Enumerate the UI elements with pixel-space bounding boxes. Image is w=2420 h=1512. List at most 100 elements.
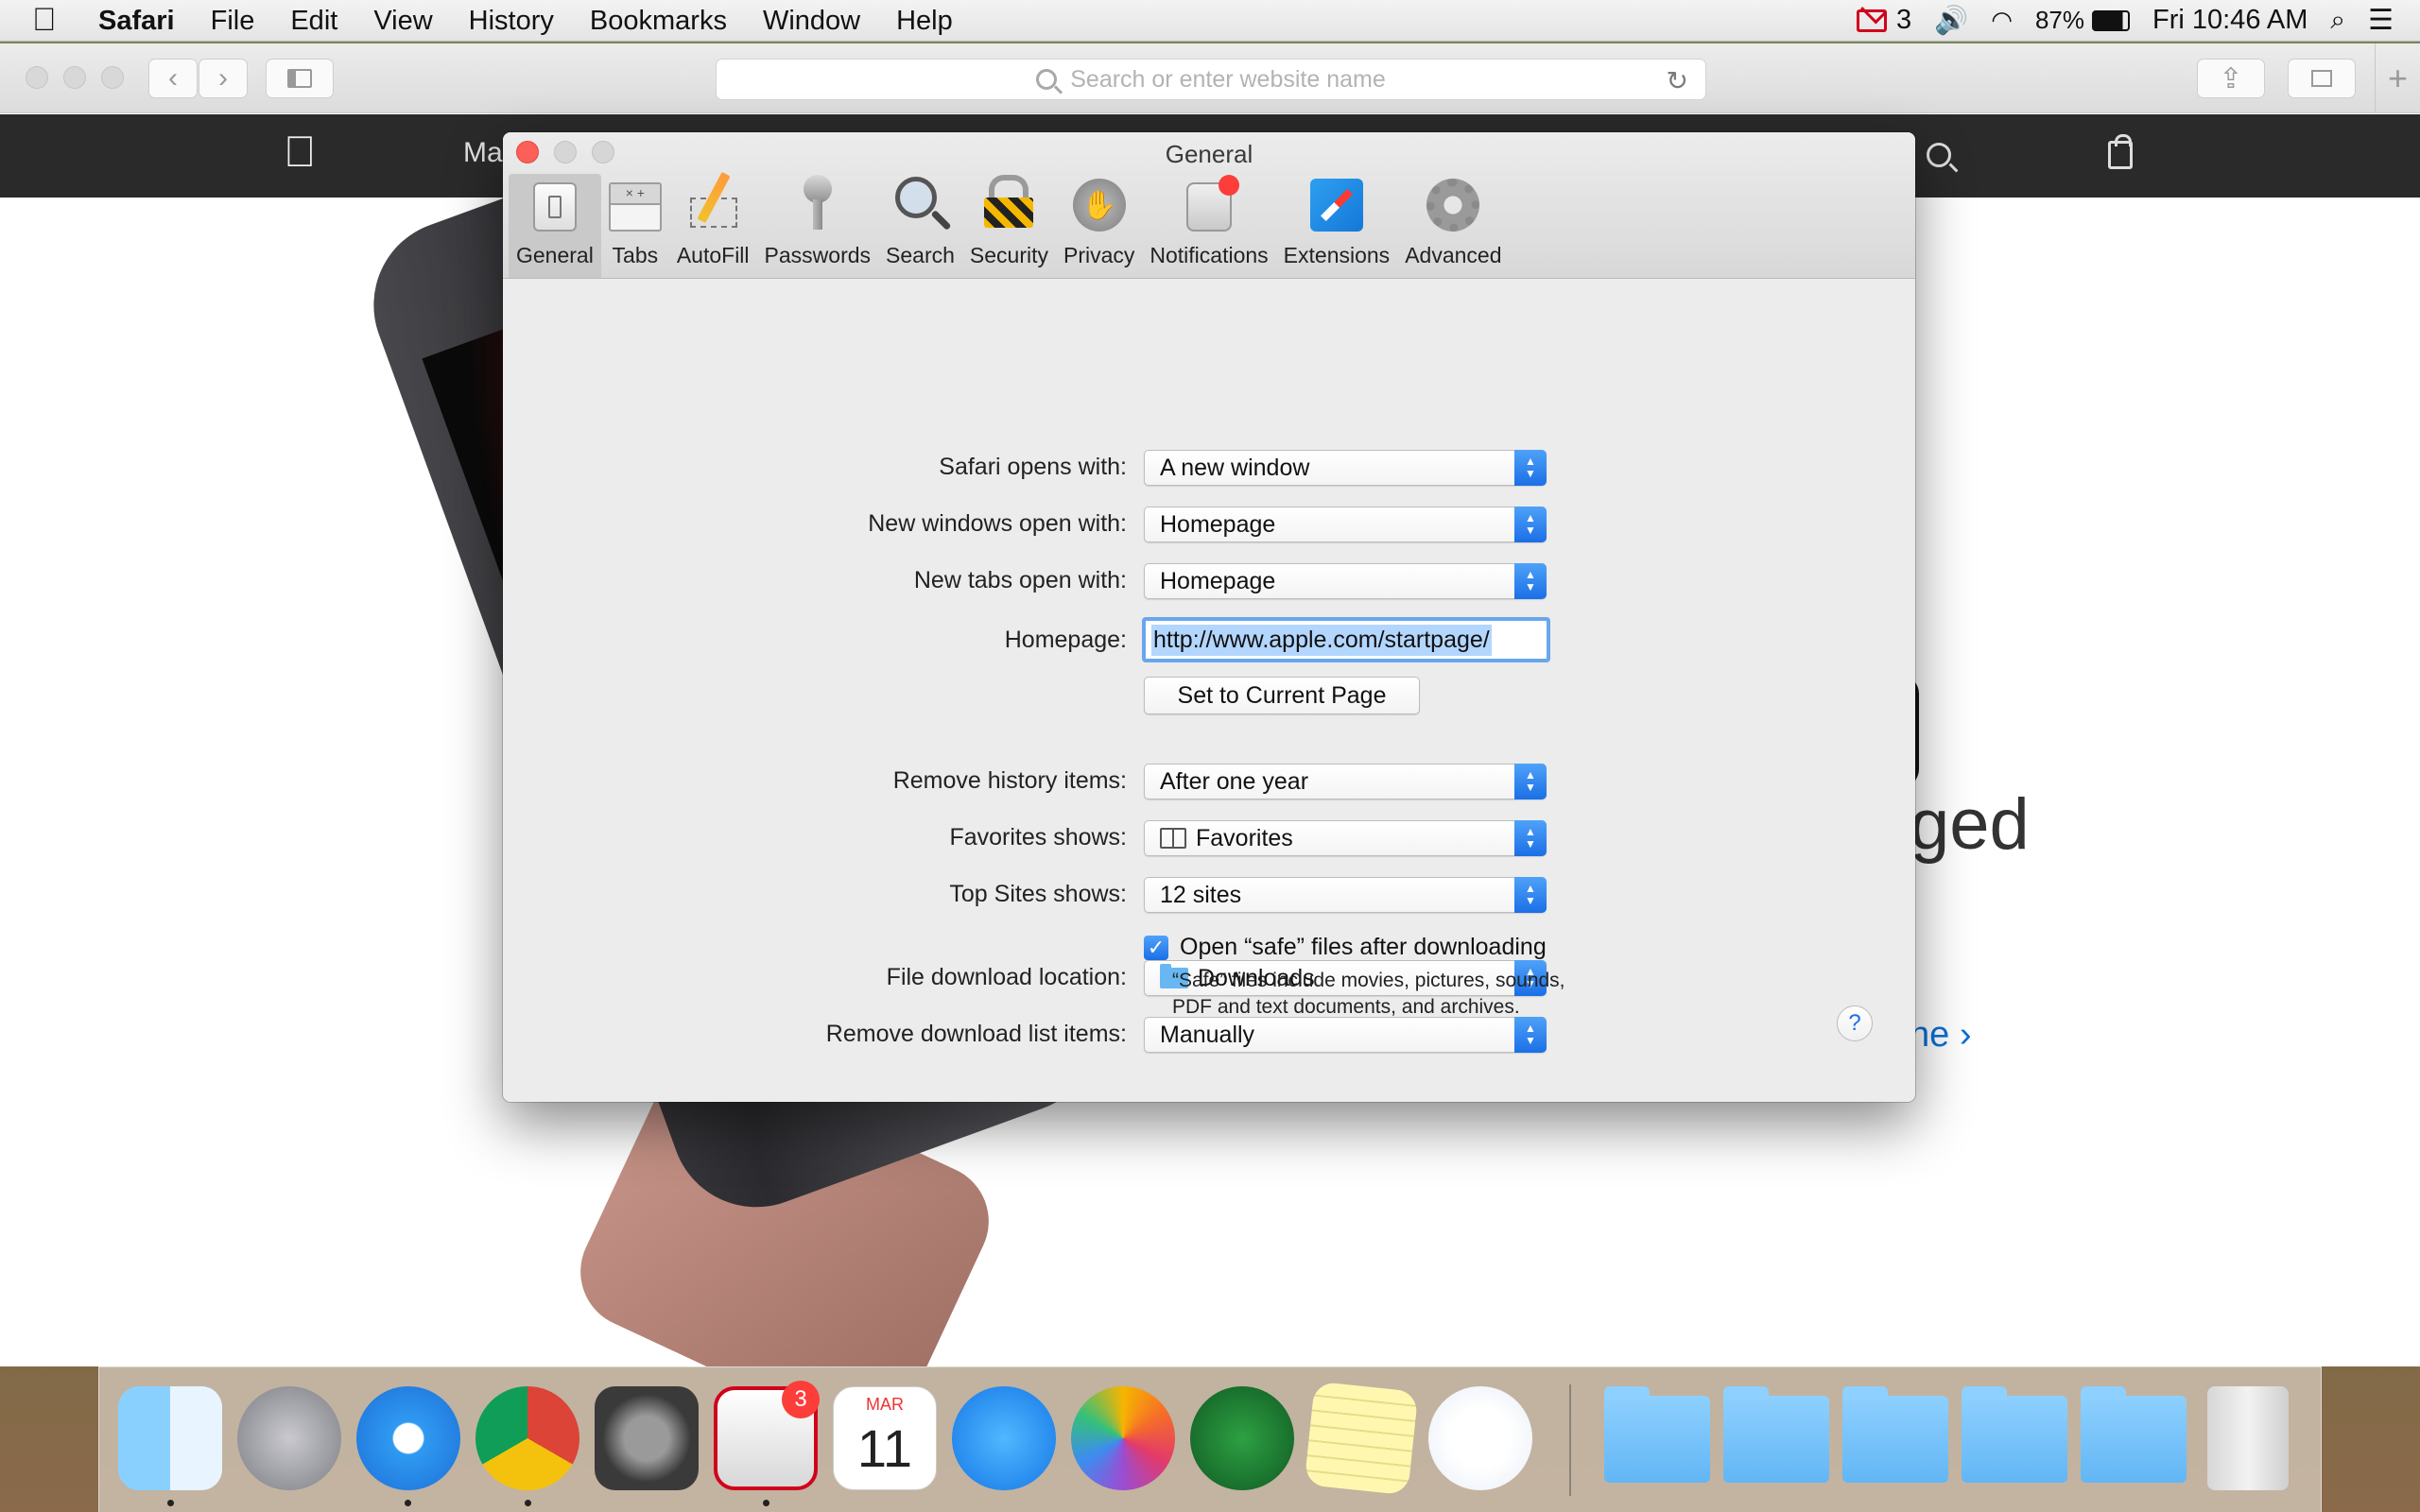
plus-icon: +	[2387, 59, 2409, 97]
battery-status[interactable]: 87%	[2035, 6, 2130, 35]
row-new-windows-open-with: New windows open with: Homepage ▲ ▼	[503, 505, 1915, 546]
select-arrows-icon: ▲ ▼	[1514, 820, 1547, 856]
folder-icon[interactable]	[1842, 1386, 1948, 1483]
tab-general[interactable]: General	[509, 174, 601, 278]
menu-file[interactable]: File	[193, 0, 273, 42]
row-top-sites-shows: Top Sites shows: 12 sites ▲ ▼	[503, 875, 1915, 917]
launchpad-icon[interactable]	[237, 1386, 341, 1490]
select-value: Manually	[1160, 1021, 1255, 1048]
remove-download-list-select[interactable]: Manually ▲ ▼	[1144, 1017, 1547, 1053]
weather-icon[interactable]	[1428, 1386, 1532, 1490]
site-search-icon[interactable]	[1927, 143, 1951, 167]
select-value: 12 sites	[1160, 881, 1242, 908]
advanced-icon	[1426, 179, 1480, 232]
mail-envelope-icon	[1857, 9, 1888, 32]
select-value: Favorites	[1196, 824, 1293, 851]
set-to-current-page-button[interactable]: Set to Current Page	[1144, 677, 1420, 714]
address-bar[interactable]: Search or enter website name ↻	[716, 59, 1706, 100]
select-arrows-icon: ▲ ▼	[1514, 450, 1547, 486]
app-store-icon[interactable]	[952, 1386, 1056, 1490]
tab-extensions[interactable]: Extensions	[1276, 174, 1398, 278]
menu-edit[interactable]: Edit	[272, 0, 355, 42]
sidebar-button[interactable]	[266, 59, 334, 98]
row-favorites-shows: Favorites shows: Favorites ▲ ▼	[503, 818, 1915, 860]
extensions-icon	[1309, 179, 1363, 232]
favorites-shows-select[interactable]: Favorites ▲ ▼	[1144, 820, 1547, 856]
folder-icon[interactable]	[2081, 1386, 2187, 1483]
tab-label: Search	[886, 243, 955, 267]
tab-advanced[interactable]: Advanced	[1397, 174, 1509, 278]
volume-icon[interactable]: 🔊	[1934, 5, 1968, 37]
safari-opens-with-select[interactable]: A new window ▲ ▼	[1144, 450, 1547, 486]
folder-icon[interactable]	[1604, 1386, 1710, 1483]
remove-download-list-label: Remove download list items:	[825, 1021, 1127, 1047]
security-icon	[980, 175, 1037, 232]
clock[interactable]: Fri 10:46 AM	[2152, 5, 2308, 36]
select-value: After one year	[1160, 767, 1309, 795]
tab-privacy[interactable]: Privacy	[1056, 174, 1142, 278]
folder-icon[interactable]	[1723, 1386, 1829, 1483]
new-tab-button[interactable]: +	[2375, 43, 2420, 113]
menu-bookmarks[interactable]: Bookmarks	[572, 0, 745, 42]
spotlight-icon[interactable]: ⌕	[2330, 5, 2345, 36]
folder-icon[interactable]	[1962, 1386, 2067, 1483]
menu-history[interactable]: History	[451, 0, 572, 42]
menu-window[interactable]: Window	[745, 0, 878, 42]
hero-learn-more-link[interactable]: ne ›	[1910, 1015, 1971, 1056]
apple-logo-icon[interactable]: 	[284, 126, 317, 177]
remove-history-select[interactable]: After one year ▲ ▼	[1144, 764, 1547, 799]
tab-autofill[interactable]: AutoFill	[669, 174, 757, 278]
notes-icon[interactable]	[1304, 1381, 1419, 1496]
homepage-input[interactable]: http://www.apple.com/startpage/	[1142, 617, 1550, 662]
menu-view[interactable]: View	[355, 0, 450, 42]
new-tabs-label: New tabs open with:	[913, 567, 1127, 593]
wifi-icon[interactable]: ◠	[1991, 6, 2013, 35]
finder-icon[interactable]	[118, 1386, 222, 1490]
tab-search[interactable]: Search	[878, 174, 962, 278]
shopping-bag-icon[interactable]	[2108, 134, 2133, 169]
back-button[interactable]: ‹	[148, 59, 198, 98]
running-indicator	[167, 1500, 174, 1506]
remove-history-label: Remove history items:	[892, 767, 1127, 794]
calendar-icon[interactable]: MAR 11	[833, 1386, 937, 1490]
search-icon	[1036, 69, 1058, 90]
notification-center-icon[interactable]: ☰	[2368, 4, 2394, 37]
mail-status-item[interactable]: 3	[1857, 5, 1911, 36]
open-safe-files-checkbox[interactable]: ✓ Open “safe” files after downloading	[1144, 934, 1547, 961]
apple-menu-icon[interactable]: 	[32, 2, 87, 39]
new-tabs-select[interactable]: Homepage ▲ ▼	[1144, 563, 1547, 599]
safari-app-icon[interactable]	[356, 1386, 460, 1490]
photos-icon[interactable]	[1071, 1386, 1175, 1490]
menu-help[interactable]: Help	[878, 0, 971, 42]
download-location-label: File download location:	[886, 964, 1127, 990]
chevron-left-icon: ‹	[168, 62, 178, 94]
select-arrows-icon: ▲ ▼	[1514, 1017, 1547, 1053]
forward-button[interactable]: ›	[199, 59, 248, 98]
share-button[interactable]: ⇪	[2197, 59, 2265, 98]
top-sites-label: Top Sites shows:	[949, 881, 1127, 907]
solitaire-icon[interactable]	[1190, 1386, 1294, 1490]
safari-opens-with-label: Safari opens with:	[939, 454, 1127, 480]
nav-link-mac[interactable]: Ma	[463, 137, 503, 169]
privacy-icon	[1072, 179, 1126, 232]
tab-label: Passwords	[764, 243, 872, 267]
menu-safari[interactable]: Safari	[87, 0, 193, 42]
show-all-tabs-button[interactable]	[2288, 59, 2356, 98]
new-windows-select[interactable]: Homepage ▲ ▼	[1144, 507, 1547, 542]
reload-icon[interactable]: ↻	[1667, 65, 1688, 96]
safari-zoom-button[interactable]	[101, 66, 124, 89]
passwords-icon	[789, 175, 846, 232]
new-windows-label: New windows open with:	[868, 510, 1127, 537]
tab-security[interactable]: Security	[962, 174, 1056, 278]
system-preferences-icon[interactable]	[595, 1386, 699, 1490]
safari-minimize-button[interactable]	[63, 66, 86, 89]
tab-tabs[interactable]: Tabs	[601, 174, 669, 278]
tab-notifications[interactable]: Notifications	[1142, 174, 1275, 278]
safari-close-button[interactable]	[26, 66, 48, 89]
tab-passwords[interactable]: Passwords	[757, 174, 878, 278]
top-sites-select[interactable]: 12 sites ▲ ▼	[1144, 877, 1547, 913]
running-indicator	[405, 1500, 411, 1506]
help-button[interactable]: ?	[1837, 1005, 1873, 1041]
trash-icon[interactable]	[2207, 1386, 2289, 1490]
chrome-icon[interactable]	[475, 1386, 579, 1490]
